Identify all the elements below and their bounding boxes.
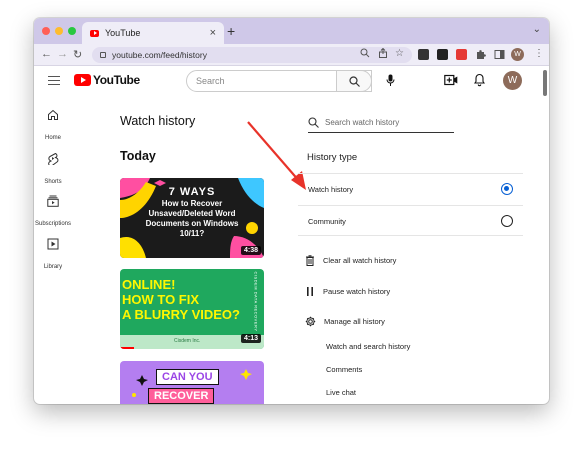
manage-all-history-button[interactable]: Manage all history bbox=[305, 316, 385, 327]
pause-icon bbox=[307, 287, 313, 296]
youtube-masthead: YouTube Search W bbox=[34, 66, 549, 96]
option-label: Community bbox=[308, 217, 346, 226]
sidebar-icon[interactable] bbox=[494, 49, 505, 60]
screenshot-backdrop: YouTube × + ⌄ ← → ↻ youtube.com/feed/his… bbox=[0, 0, 582, 450]
k-extension-icon[interactable] bbox=[437, 49, 448, 60]
live-chat-link[interactable]: Live chat bbox=[326, 388, 356, 397]
back-icon[interactable]: ← bbox=[41, 48, 52, 60]
history-type-option-community[interactable]: Community bbox=[298, 205, 523, 236]
guide-label: Subscriptions bbox=[34, 221, 72, 227]
shorts-icon bbox=[48, 152, 59, 165]
thumbnail-side-text: CISDEM DATA RECOVERY bbox=[253, 271, 259, 332]
video-thumbnail[interactable]: 7 WAYS How to Recover Unsaved/Deleted Wo… bbox=[120, 178, 264, 258]
radio-watch-history[interactable] bbox=[501, 183, 513, 195]
youtube-logo[interactable]: YouTube bbox=[74, 73, 140, 87]
tab-search-chevron-icon[interactable]: ⌄ bbox=[533, 24, 541, 35]
youtube-favicon-icon bbox=[90, 29, 99, 37]
guide-label: Library bbox=[43, 264, 63, 270]
account-avatar[interactable]: W bbox=[503, 71, 522, 90]
option-label: Watch history bbox=[308, 185, 354, 194]
action-label: Pause watch history bbox=[323, 287, 391, 296]
m-extension-icon[interactable] bbox=[418, 49, 429, 60]
tab-title: YouTube bbox=[105, 28, 141, 38]
clear-all-watch-history-button[interactable]: Clear all watch history bbox=[305, 255, 396, 266]
guide-item-home[interactable]: Home bbox=[34, 109, 72, 144]
watch-progress-bar bbox=[120, 347, 135, 349]
search-icon bbox=[308, 117, 319, 128]
comments-link[interactable]: Comments bbox=[326, 365, 362, 374]
thumbnail-title-line: CAN YOU bbox=[156, 369, 219, 385]
trash-icon bbox=[306, 255, 314, 266]
youtube-logo-text: YouTube bbox=[93, 73, 140, 87]
share-icon[interactable] bbox=[378, 48, 388, 58]
history-type-option-watch-history[interactable]: Watch history bbox=[298, 173, 523, 204]
guide-item-subscriptions[interactable]: Subscriptions bbox=[34, 195, 72, 230]
video-thumbnail[interactable]: CAN YOU RECOVER bbox=[120, 361, 264, 404]
youtube-play-icon bbox=[74, 74, 91, 86]
microphone-icon[interactable] bbox=[386, 74, 395, 87]
action-label: Manage all history bbox=[324, 317, 385, 326]
guide-label: Shorts bbox=[44, 179, 62, 185]
guide-item-library[interactable]: Library bbox=[34, 238, 72, 273]
notifications-bell-icon[interactable] bbox=[474, 73, 485, 87]
thumbnail-title: ONLINE! HOW TO FIX A BLURRY VIDEO? bbox=[122, 277, 240, 322]
thumbnail-title-line: RECOVER bbox=[148, 388, 215, 404]
profile-avatar[interactable]: W bbox=[511, 48, 524, 61]
tab-close-icon[interactable]: × bbox=[210, 26, 216, 40]
bookmark-star-icon[interactable]: ☆ bbox=[395, 48, 404, 59]
pause-watch-history-button[interactable]: Pause watch history bbox=[305, 286, 390, 297]
video-duration: 4:13 bbox=[240, 334, 261, 343]
puzzle-icon[interactable] bbox=[475, 49, 486, 60]
zoom-icon[interactable] bbox=[360, 48, 370, 58]
tab-youtube[interactable]: YouTube × bbox=[82, 22, 224, 44]
video-thumbnail[interactable]: ONLINE! HOW TO FIX A BLURRY VIDEO? CISDE… bbox=[120, 269, 264, 349]
forward-icon[interactable]: → bbox=[57, 48, 68, 60]
gear-icon bbox=[305, 316, 316, 327]
browser-toolbar: ← → ↻ youtube.com/feed/history ☆ W ⋮ bbox=[34, 44, 549, 66]
library-icon bbox=[47, 238, 59, 250]
search-watch-history-input[interactable]: Search watch history bbox=[308, 113, 454, 133]
search-icon bbox=[349, 76, 360, 87]
page-scrollbar[interactable] bbox=[543, 70, 547, 96]
search-watch-history-placeholder: Search watch history bbox=[325, 118, 400, 127]
hamburger-menu-icon[interactable] bbox=[48, 76, 60, 85]
tab-strip: YouTube × + ⌄ bbox=[34, 18, 549, 44]
zoom-window-button[interactable] bbox=[68, 27, 76, 35]
thumbnail-title: 7 WAYS How to Recover Unsaved/Deleted Wo… bbox=[145, 186, 239, 239]
red-extension-icon[interactable] bbox=[456, 49, 467, 60]
search-placeholder: Search bbox=[196, 76, 225, 86]
guide-label: Home bbox=[44, 135, 61, 141]
subscriptions-icon bbox=[47, 195, 59, 207]
reload-icon[interactable]: ↻ bbox=[73, 48, 82, 61]
page-title: Watch history bbox=[120, 114, 196, 128]
section-title-today: Today bbox=[120, 149, 156, 163]
radio-community[interactable] bbox=[501, 215, 513, 227]
close-window-button[interactable] bbox=[42, 27, 50, 35]
history-type-label: History type bbox=[307, 152, 358, 163]
guide-item-shorts[interactable]: Shorts bbox=[34, 152, 72, 188]
home-icon bbox=[48, 109, 58, 120]
create-video-icon[interactable] bbox=[444, 74, 458, 86]
search-button[interactable] bbox=[336, 70, 372, 92]
browser-window: YouTube × + ⌄ ← → ↻ youtube.com/feed/his… bbox=[34, 18, 549, 404]
new-tab-button[interactable]: + bbox=[227, 23, 235, 39]
action-label: Clear all watch history bbox=[323, 256, 397, 265]
minimize-window-button[interactable] bbox=[55, 27, 63, 35]
watch-and-search-history-link[interactable]: Watch and search history bbox=[326, 342, 410, 351]
lock-icon bbox=[100, 52, 106, 58]
url-text: youtube.com/feed/history bbox=[112, 50, 207, 60]
video-duration: 4:38 bbox=[240, 246, 261, 255]
browser-menu-icon[interactable]: ⋮ bbox=[534, 48, 544, 59]
